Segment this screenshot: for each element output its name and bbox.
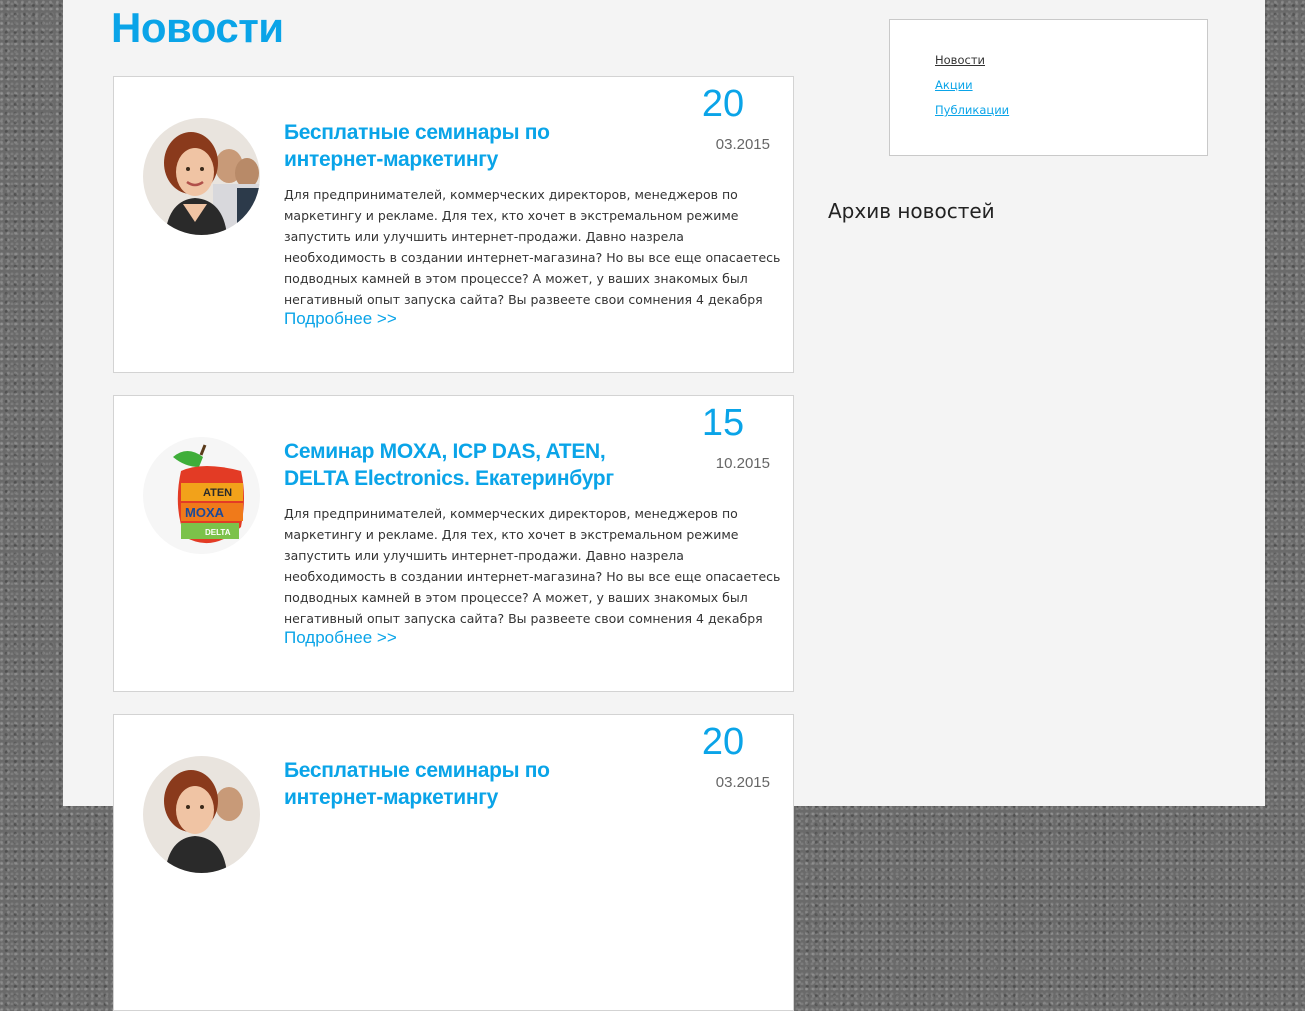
news-date-day: 20 <box>701 83 745 125</box>
moxa-logo-text: MOXA <box>185 505 225 520</box>
page-title: Новости <box>111 4 284 51</box>
aten-logo-text: ATEN <box>203 487 232 499</box>
sidebar-menu: Новости Акции Публикации <box>889 19 1208 156</box>
woman-photo-icon[interactable] <box>143 118 260 235</box>
sidebar-item-promotions: Акции <box>935 74 1009 99</box>
news-card: 20 03.2015 Бесплатные семинары по интерн… <box>113 76 794 373</box>
apple-logos-icon[interactable]: ATEN MOXA DELTA <box>143 437 260 554</box>
news-date-day: 15 <box>701 402 745 444</box>
woman-photo-icon[interactable] <box>143 756 260 873</box>
sidebar-item-news: Новости <box>935 49 1009 74</box>
news-card: ATEN MOXA DELTA 15 10.2015 Семинар MOXA,… <box>113 395 794 692</box>
read-more-link[interactable]: Подробнее >> <box>284 628 397 648</box>
news-title-link[interactable]: Бесплатные семинары по интернет-маркетин… <box>284 119 614 173</box>
read-more-link[interactable]: Подробнее >> <box>284 309 397 329</box>
page-container: Новости 20 03.2015 Бесплатные семинары п… <box>63 0 1265 1011</box>
news-date-month-year: 10.2015 <box>715 455 770 472</box>
sidebar-link-news[interactable]: Новости <box>935 53 985 67</box>
news-date-month-year: 03.2015 <box>715 774 770 791</box>
news-title-link[interactable]: Бесплатные семинары по интернет-маркетин… <box>284 757 614 811</box>
sidebar-link-publications[interactable]: Публикации <box>935 103 1009 117</box>
news-card: 20 03.2015 Бесплатные семинары по интерн… <box>113 714 794 1011</box>
news-date-day: 20 <box>701 721 745 763</box>
sidebar-list: Новости Акции Публикации <box>935 49 1009 124</box>
news-excerpt: Для предпринимателей, коммерческих дирек… <box>284 506 781 626</box>
news-excerpt: Для предпринимателей, коммерческих дирек… <box>284 187 781 307</box>
news-title-link[interactable]: Семинар MOXA, ICP DAS, ATEN, DELTA Elect… <box>284 438 624 492</box>
news-date-month-year: 03.2015 <box>715 136 770 153</box>
sidebar-link-promotions[interactable]: Акции <box>935 78 973 92</box>
sidebar-item-publications: Публикации <box>935 99 1009 124</box>
news-archive-heading: Архив новостей <box>828 199 995 223</box>
delta-logo-text: DELTA <box>205 528 231 537</box>
